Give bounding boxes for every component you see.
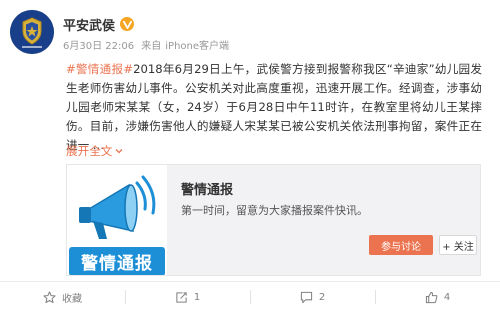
post-date[interactable]: 6月30日 22:06 bbox=[63, 41, 134, 52]
expand-full-text-link[interactable]: 展开全文 bbox=[66, 143, 124, 159]
post-body: #警情通报#2018年6月29日上午，武侯警方接到报警称我区“辛迪家”幼儿园发生… bbox=[66, 60, 482, 155]
topic-card[interactable]: 警情通报 警情通报 第一时间，留意为大家播报案件快讯。 参与讨论 + 关注 bbox=[66, 164, 481, 276]
favorite-button[interactable]: 收藏 bbox=[0, 282, 125, 312]
topic-card-image[interactable]: 警情通报 bbox=[67, 165, 167, 275]
comment-count: 2 bbox=[318, 291, 326, 303]
favorite-label: 收藏 bbox=[62, 293, 82, 305]
source-prefix: 来自 bbox=[141, 41, 162, 52]
police-badge-icon bbox=[10, 10, 54, 54]
like-count: 4 bbox=[443, 291, 451, 303]
post-meta: 6月30日 22:06 来自 iPhone客户端 bbox=[63, 37, 233, 52]
topic-card-title[interactable]: 警情通报 bbox=[181, 179, 233, 198]
action-bar: 收藏 1 2 4 bbox=[0, 281, 500, 312]
like-icon bbox=[425, 291, 438, 303]
like-button[interactable]: 4 bbox=[375, 282, 500, 312]
comment-button[interactable]: 2 bbox=[250, 282, 375, 312]
discuss-button[interactable]: 参与讨论 bbox=[369, 235, 433, 255]
topic-card-description: 第一时间，留意为大家播报案件快讯。 bbox=[181, 204, 368, 217]
avatar[interactable] bbox=[10, 10, 54, 54]
verified-icon bbox=[120, 17, 135, 31]
post-source[interactable]: iPhone客户端 bbox=[165, 41, 229, 52]
chevron-down-icon bbox=[115, 149, 123, 154]
repost-icon bbox=[176, 291, 187, 303]
expand-label: 展开全文 bbox=[66, 144, 113, 158]
follow-button[interactable]: + 关注 bbox=[439, 235, 477, 255]
author-name[interactable]: 平安武侯 bbox=[63, 15, 115, 34]
hashtag-link[interactable]: #警情通报# bbox=[66, 62, 133, 76]
comment-icon bbox=[300, 291, 312, 303]
repost-count: 1 bbox=[193, 291, 201, 303]
repost-button[interactable]: 1 bbox=[125, 282, 250, 312]
star-icon bbox=[43, 290, 56, 303]
author-row: 平安武侯 bbox=[63, 15, 135, 34]
topic-card-image-caption: 警情通报 bbox=[69, 247, 165, 275]
weibo-post: 平安武侯 6月30日 22:06 来自 iPhone客户端 #警情通报#2018年… bbox=[0, 0, 500, 311]
